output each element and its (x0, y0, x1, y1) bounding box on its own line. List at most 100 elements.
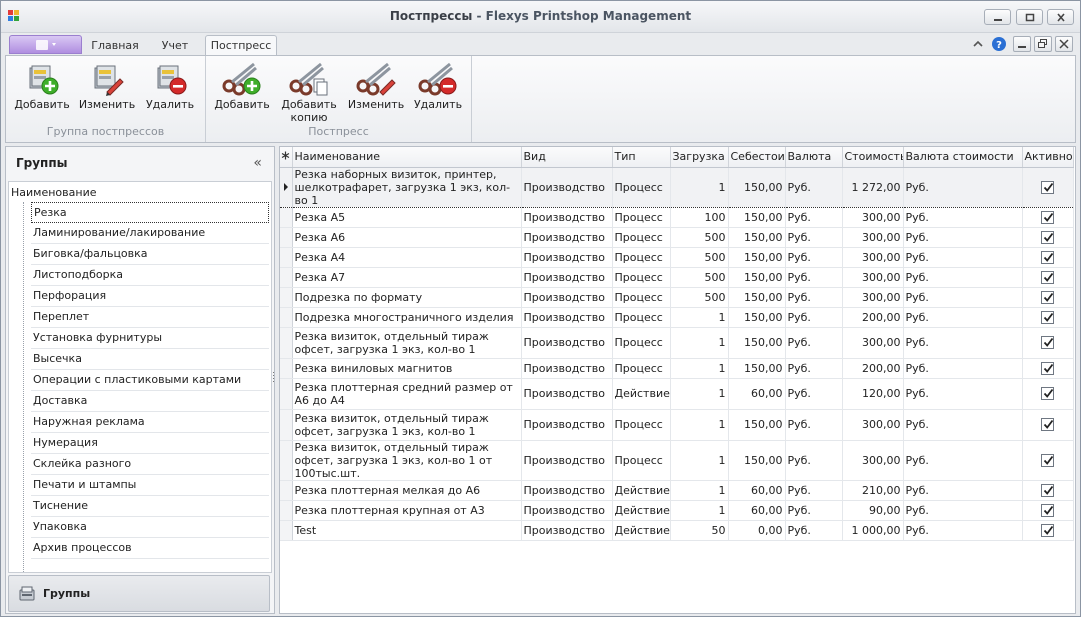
cell-price-currency[interactable]: Руб. (903, 287, 1023, 308)
cell-load[interactable]: 1 (670, 500, 729, 521)
cell-currency[interactable]: Руб. (785, 267, 843, 288)
cell-price[interactable]: 300,00 (842, 227, 904, 248)
tree-item[interactable]: Операции с пластиковыми картами (31, 370, 269, 391)
active-checkbox[interactable] (1041, 336, 1054, 350)
cell-cost[interactable]: 150,00 (728, 207, 786, 228)
cell-active[interactable] (1022, 440, 1074, 481)
cell-price[interactable]: 300,00 (842, 287, 904, 308)
tree-item[interactable]: Ламинирование/лакирование (31, 223, 269, 244)
cell-kind[interactable]: Производство (521, 287, 613, 308)
cell-type[interactable]: Процесс (612, 307, 671, 328)
panel-splitter-grip[interactable] (272, 371, 275, 385)
cell-price[interactable]: 300,00 (842, 267, 904, 288)
tree-item[interactable]: Наружная реклама (31, 412, 269, 433)
cell-load[interactable]: 1 (670, 327, 729, 359)
cell-currency[interactable]: Руб. (785, 307, 843, 328)
cell-name[interactable]: Резка плоттерная средний размер от А6 до… (292, 378, 522, 410)
cell-cost[interactable]: 60,00 (728, 500, 786, 521)
cell-price-currency[interactable]: Руб. (903, 480, 1023, 501)
tree-item[interactable]: Листоподборка (31, 265, 269, 286)
table-row[interactable]: Резка визиток, отдельный тираж офсет, за… (280, 327, 1074, 359)
cell-type[interactable]: Действие (612, 500, 671, 521)
cell-type[interactable]: Действие (612, 520, 671, 541)
cell-cost[interactable]: 150,00 (728, 440, 786, 481)
delete-group-button[interactable]: Удалить (140, 60, 200, 111)
tree-item[interactable]: Резка (31, 202, 269, 223)
tree-item[interactable]: Упаковка (31, 517, 269, 538)
cell-active[interactable] (1022, 227, 1074, 248)
cell-currency[interactable]: Руб. (785, 227, 843, 248)
table-row[interactable]: Резка А6 Производство Процесс 500 150,00 Руб.… (280, 227, 1074, 248)
cell-type[interactable]: Действие (612, 378, 671, 410)
cell-currency[interactable]: Руб. (785, 500, 843, 521)
minimize-button[interactable] (984, 9, 1011, 25)
cell-type[interactable]: Процесс (612, 440, 671, 481)
cell-kind[interactable]: Производство (521, 327, 613, 359)
cell-type[interactable]: Процесс (612, 247, 671, 268)
cell-price-currency[interactable]: Руб. (903, 267, 1023, 288)
cell-kind[interactable]: Производство (521, 227, 613, 248)
cell-active[interactable] (1022, 287, 1074, 308)
tab-home[interactable]: Главная (89, 37, 141, 55)
column-header-name[interactable]: Наименование (292, 147, 522, 168)
cell-price-currency[interactable]: Руб. (903, 409, 1023, 441)
cell-price-currency[interactable]: Руб. (903, 500, 1023, 521)
cell-active[interactable] (1022, 480, 1074, 501)
cell-type[interactable]: Процесс (612, 409, 671, 441)
table-row[interactable]: Test Производство Действие 50 0,00 Руб. 1 000,… (280, 520, 1074, 541)
cell-kind[interactable]: Производство (521, 166, 613, 208)
cell-type[interactable]: Процесс (612, 227, 671, 248)
cell-cost[interactable]: 150,00 (728, 166, 786, 208)
active-checkbox[interactable] (1041, 180, 1054, 194)
table-row[interactable]: Резка визиток, отдельный тираж офсет, за… (280, 440, 1074, 481)
tree-item[interactable]: Высечка (31, 349, 269, 370)
cell-kind[interactable]: Производство (521, 207, 613, 228)
table-row[interactable]: Резка А5 Производство Процесс 100 150,00 Руб.… (280, 207, 1074, 228)
cell-active[interactable] (1022, 409, 1074, 441)
cell-active[interactable] (1022, 378, 1074, 410)
cell-type[interactable]: Процесс (612, 207, 671, 228)
cell-name[interactable]: Резка А7 (292, 267, 522, 288)
tree-item[interactable]: Печати и штампы (31, 475, 269, 496)
table-row[interactable]: Резка А4 Производство Процесс 500 150,00 Руб.… (280, 247, 1074, 268)
mdi-restore-button[interactable] (1034, 36, 1052, 52)
row-indicator[interactable] (280, 378, 293, 410)
cell-name[interactable]: Резка наборных визиток, принтер, шелкотр… (292, 166, 522, 208)
active-checkbox[interactable] (1041, 503, 1054, 517)
cell-load[interactable]: 500 (670, 287, 729, 308)
cell-name[interactable]: Резка плоттерная крупная от А3 (292, 500, 522, 521)
cell-price[interactable]: 1 272,00 (842, 166, 904, 208)
table-row[interactable]: Резка плоттерная мелкая до А6 Производств… (280, 480, 1074, 501)
row-indicator[interactable] (280, 267, 293, 288)
cell-active[interactable] (1022, 358, 1074, 379)
row-indicator[interactable] (280, 207, 293, 228)
cell-currency[interactable]: Руб. (785, 378, 843, 410)
cell-name[interactable]: Резка виниловых магнитов (292, 358, 522, 379)
cell-currency[interactable]: Руб. (785, 480, 843, 501)
row-indicator[interactable] (280, 166, 293, 208)
row-indicator[interactable] (280, 247, 293, 268)
cell-active[interactable] (1022, 247, 1074, 268)
row-indicator[interactable] (280, 480, 293, 501)
cell-kind[interactable]: Производство (521, 500, 613, 521)
cell-cost[interactable]: 150,00 (728, 307, 786, 328)
cell-price-currency[interactable]: Руб. (903, 247, 1023, 268)
cell-price[interactable]: 300,00 (842, 409, 904, 441)
row-indicator[interactable] (280, 500, 293, 521)
cell-type[interactable]: Процесс (612, 287, 671, 308)
active-checkbox[interactable] (1041, 483, 1054, 497)
active-checkbox[interactable] (1041, 270, 1054, 284)
mdi-minimize-button[interactable] (1013, 36, 1031, 52)
cell-cost[interactable]: 150,00 (728, 409, 786, 441)
cell-type[interactable]: Процесс (612, 327, 671, 359)
application-menu-button[interactable] (9, 35, 82, 54)
row-indicator[interactable] (280, 358, 293, 379)
cell-cost[interactable]: 150,00 (728, 287, 786, 308)
cell-name[interactable]: Резка плоттерная мелкая до А6 (292, 480, 522, 501)
cell-load[interactable]: 100 (670, 207, 729, 228)
cell-load[interactable]: 1 (670, 409, 729, 441)
column-header-cost[interactable]: Себестоим (728, 147, 786, 168)
column-header-active[interactable]: Активно (1022, 147, 1074, 168)
cell-cost[interactable]: 0,00 (728, 520, 786, 541)
cell-name[interactable]: Резка визиток, отдельный тираж офсет, за… (292, 409, 522, 441)
